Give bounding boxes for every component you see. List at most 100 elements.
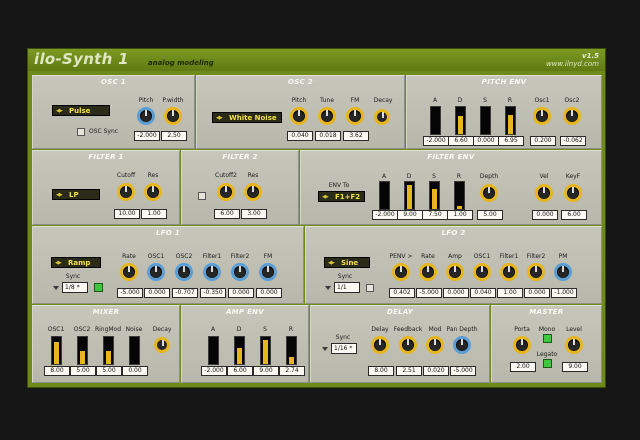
lfo1-osc2-value[interactable]: -0.707 (172, 288, 198, 298)
lfo2-rate-value[interactable]: -5.000 (416, 288, 442, 298)
master-level-value[interactable]: 9.00 (562, 362, 588, 372)
lfo2-filter2-value[interactable]: 0.000 (524, 288, 550, 298)
filter-env-r-value[interactable]: 1.00 (447, 210, 473, 220)
filter-env-d-fader[interactable] (404, 181, 415, 210)
lfo1-filter1-knob[interactable] (203, 263, 221, 281)
lfo1-osc1-knob[interactable] (147, 263, 165, 281)
lfo2-waveform-select[interactable]: ◀▶ Sine (324, 257, 370, 268)
osc1-pwidth-value[interactable]: 2.50 (161, 131, 187, 141)
delay-delay-knob[interactable] (371, 336, 389, 354)
lfo2-amp-value[interactable]: 0.000 (443, 288, 469, 298)
osc1-pitch-value[interactable]: -2.000 (134, 131, 160, 141)
lfo2-sync-checkbox[interactable] (366, 284, 374, 292)
filter1-type-select[interactable]: ◀▶ LP (52, 189, 100, 200)
osc2-fm-value[interactable]: 3.62 (343, 131, 369, 141)
filter-env-vel-knob[interactable] (535, 184, 553, 202)
master-level-knob[interactable] (565, 336, 583, 354)
lfo2-penv-value[interactable]: 0.402 (389, 288, 415, 298)
mixer-ringmod-fader[interactable] (103, 336, 114, 365)
filter-env-s-value[interactable]: 7.50 (422, 210, 448, 220)
master-mono-led[interactable] (543, 334, 552, 343)
lfo2-osc1-knob[interactable] (473, 263, 491, 281)
mixer-osc2-fader[interactable] (77, 336, 88, 365)
lfo1-rate-knob[interactable] (120, 263, 138, 281)
osc1-pwidth-knob[interactable] (164, 107, 182, 125)
lfo2-amp-knob[interactable] (446, 263, 464, 281)
pitch-env-osc1-knob[interactable] (533, 107, 551, 125)
lfo2-filter2-knob[interactable] (527, 263, 545, 281)
mixer-osc2-value[interactable]: 5.00 (70, 366, 96, 376)
delay-mod-value[interactable]: 0.020 (423, 366, 449, 376)
lfo1-filter2-value[interactable]: 0.000 (228, 288, 254, 298)
osc2-tune-value[interactable]: 0.018 (315, 131, 341, 141)
lfo2-pm-knob[interactable] (554, 263, 572, 281)
osc2-fm-knob[interactable] (346, 107, 364, 125)
filter-env-s-fader[interactable] (429, 181, 440, 210)
amp-env-a-fader[interactable] (208, 336, 219, 365)
lfo2-sync-dropdown-arrow-icon[interactable] (325, 286, 331, 290)
pitch-env-osc2-knob[interactable] (563, 107, 581, 125)
lfo2-filter1-value[interactable]: 1.00 (497, 288, 523, 298)
delay-feedback-value[interactable]: 2.51 (396, 366, 422, 376)
mixer-osc1-value[interactable]: 8.00 (44, 366, 70, 376)
amp-env-d-value[interactable]: 6.00 (227, 366, 253, 376)
lfo2-rate-knob[interactable] (419, 263, 437, 281)
lfo1-rate-value[interactable]: -5.000 (117, 288, 143, 298)
delay-pan-depth-knob[interactable] (453, 336, 471, 354)
delay-sync-select[interactable]: 1/16 * (331, 343, 357, 354)
osc2-waveform-select[interactable]: ◀▶ White Noise (212, 112, 282, 123)
pitch-env-a-fader[interactable] (430, 106, 441, 135)
mixer-noise-value[interactable]: 0.00 (122, 366, 148, 376)
lfo1-osc2-knob[interactable] (175, 263, 193, 281)
amp-env-a-value[interactable]: -2.000 (201, 366, 227, 376)
delay-delay-value[interactable]: 8.00 (368, 366, 394, 376)
pitch-env-osc1-value[interactable]: 0.200 (530, 136, 556, 146)
filter2-res-value[interactable]: 3.00 (241, 209, 267, 219)
lfo2-osc1-value[interactable]: 0.040 (470, 288, 496, 298)
lfo1-filter2-knob[interactable] (231, 263, 249, 281)
lfo1-sync-dropdown-arrow-icon[interactable] (53, 286, 59, 290)
filter2-res-knob[interactable] (244, 183, 262, 201)
lfo1-osc1-value[interactable]: 0.000 (144, 288, 170, 298)
osc2-decay-knob[interactable] (374, 109, 390, 125)
lfo1-fm-knob[interactable] (259, 263, 277, 281)
delay-pan-depth-value[interactable]: -5.000 (450, 366, 476, 376)
lfo1-waveform-select[interactable]: ◀▶ Ramp (51, 257, 101, 268)
filter1-res-value[interactable]: 1.00 (141, 209, 167, 219)
mixer-ringmod-value[interactable]: 5.00 (96, 366, 122, 376)
filter1-cutoff-knob[interactable] (117, 183, 135, 201)
filter-env-depth-knob[interactable] (480, 184, 498, 202)
amp-env-d-fader[interactable] (234, 336, 245, 365)
filter1-res-knob[interactable] (144, 183, 162, 201)
filter1-cutoff-value[interactable]: 10.00 (114, 209, 140, 219)
osc-sync-checkbox[interactable] (77, 128, 85, 136)
lfo1-filter1-value[interactable]: -0.350 (200, 288, 226, 298)
pitch-env-s-value[interactable]: 0.000 (473, 136, 499, 146)
filter2-enable-checkbox[interactable] (198, 192, 206, 200)
filter-env-vel-value[interactable]: 0.000 (532, 210, 558, 220)
lfo1-sync-select[interactable]: 1/8 * (62, 282, 88, 293)
lfo1-fm-value[interactable]: 0.000 (256, 288, 282, 298)
env-to-select[interactable]: ◀▶ F1+F2 (318, 191, 365, 202)
amp-env-s-fader[interactable] (260, 336, 271, 365)
filter-env-d-value[interactable]: 9.00 (397, 210, 423, 220)
mixer-osc1-fader[interactable] (51, 336, 62, 365)
mixer-decay-knob[interactable] (154, 337, 170, 353)
amp-env-s-value[interactable]: 9.00 (253, 366, 279, 376)
master-porta-value[interactable]: 2.00 (510, 362, 536, 372)
lfo1-sync-led[interactable] (94, 283, 103, 292)
amp-env-r-fader[interactable] (286, 336, 297, 365)
delay-feedback-knob[interactable] (399, 336, 417, 354)
pitch-env-osc2-value[interactable]: -0.062 (560, 136, 586, 146)
pitch-env-r-value[interactable]: 6.95 (498, 136, 524, 146)
pitch-env-d-value[interactable]: 6.60 (448, 136, 474, 146)
lfo2-penv-knob[interactable] (392, 263, 410, 281)
osc2-pitch-knob[interactable] (290, 107, 308, 125)
osc2-tune-knob[interactable] (318, 107, 336, 125)
pitch-env-a-value[interactable]: -2.000 (423, 136, 449, 146)
pitch-env-d-fader[interactable] (455, 106, 466, 135)
filter-env-r-fader[interactable] (454, 181, 465, 210)
delay-sync-dropdown-arrow-icon[interactable] (322, 347, 328, 351)
pitch-env-s-fader[interactable] (480, 106, 491, 135)
filter-env-keyf-knob[interactable] (564, 184, 582, 202)
